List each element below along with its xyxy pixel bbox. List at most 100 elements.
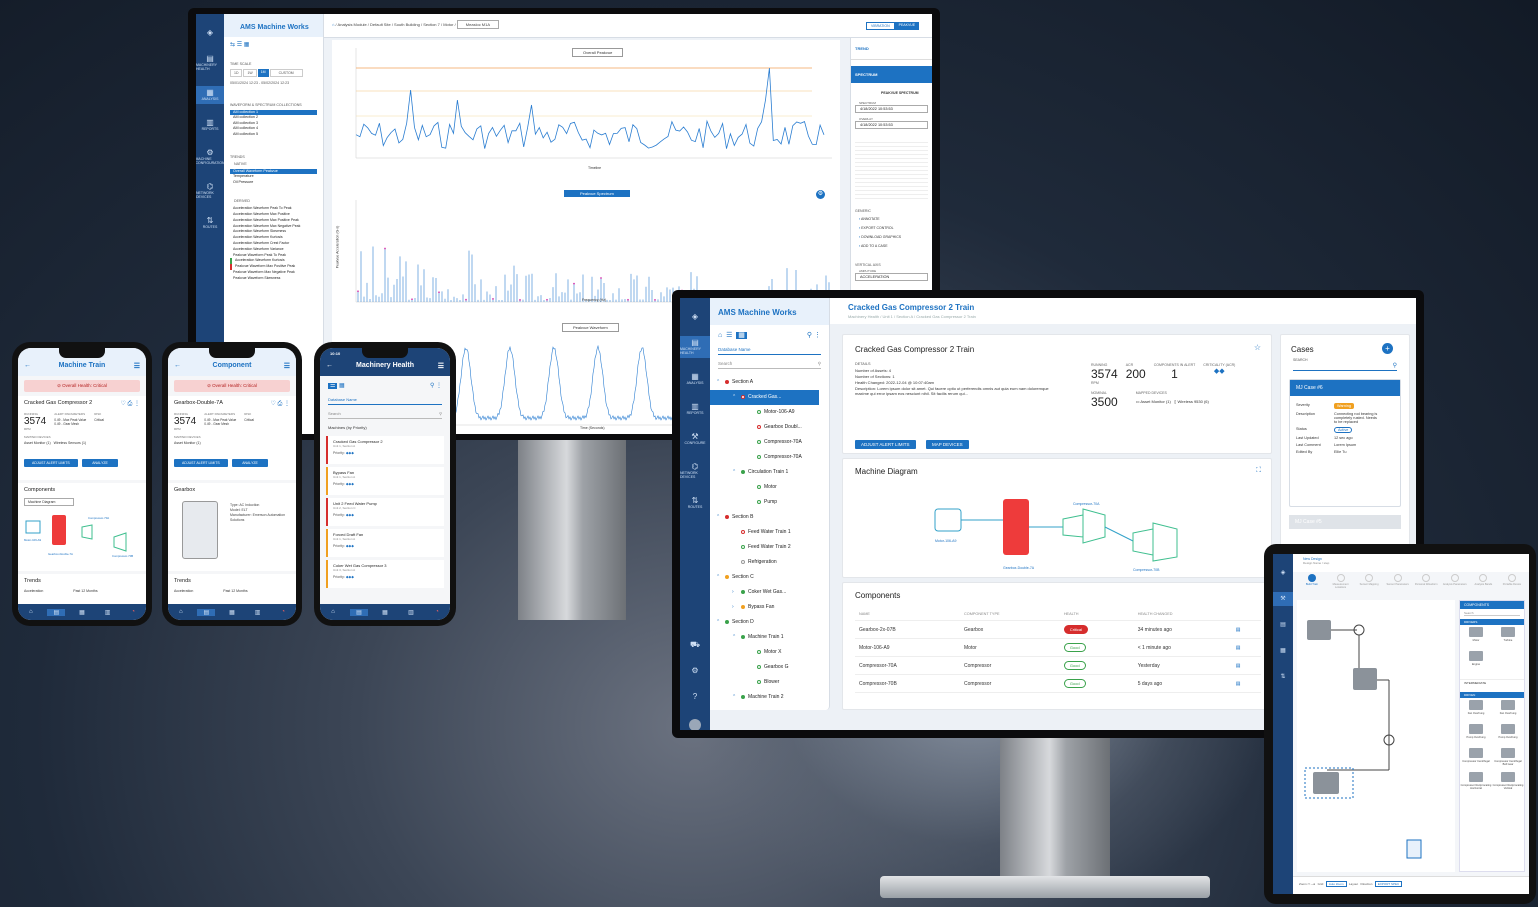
- view-toggle[interactable]: ⇆ ☰ ▦: [230, 41, 317, 48]
- tree-node[interactable]: ⌃ Section C: [710, 570, 829, 585]
- tree-node[interactable]: Compressor-70A: [710, 435, 829, 450]
- palette-item[interactable]: Compressor Centrifugal: [1460, 746, 1492, 770]
- settings-icon[interactable]: ⚙: [680, 664, 710, 678]
- spectrum-date-select[interactable]: 4/18/2022 10:53:53: [855, 105, 928, 113]
- crumb[interactable]: Motor: [443, 22, 453, 27]
- column-header[interactable]: NAME: [855, 608, 961, 621]
- mapped-device[interactable]: Wireless Sensors (1): [54, 441, 86, 445]
- tree-node[interactable]: Blower: [710, 675, 829, 690]
- amplitude-select[interactable]: ACCELERATION: [855, 273, 928, 281]
- mode-toggle[interactable]: VIBRATION PEAKVUE: [866, 22, 920, 30]
- tree-node[interactable]: ⌃ Circulation Train 1: [710, 465, 829, 480]
- nav-config[interactable]: ⚙ MACHINE CONFIGURATION: [196, 146, 225, 168]
- tree-node[interactable]: Compressor-70A: [710, 450, 829, 465]
- palette-item[interactable]: Compressor Centrifugal Bull Gear: [1492, 746, 1524, 770]
- step-item[interactable]: Personal Waveform: [1413, 574, 1439, 596]
- tree-node[interactable]: Feed Water Train 1: [710, 525, 829, 540]
- tree-node[interactable]: Refrigeration: [710, 555, 829, 570]
- palette-item[interactable]: Engine: [1460, 649, 1492, 673]
- adjust-alert-limits-button[interactable]: ADJUST ALERT LIMITS: [24, 459, 78, 467]
- nav-routes[interactable]: ⇅: [1273, 670, 1293, 684]
- palette-item[interactable]: Motor: [1460, 625, 1492, 649]
- crumb[interactable]: Section 7: [423, 22, 440, 27]
- palette-item[interactable]: Compressor Reciprocating Vertical: [1492, 770, 1524, 794]
- tree-node[interactable]: Feed Water Train 2: [710, 540, 829, 555]
- view-switch[interactable]: ⌂ ☰ ▦ ⚲ ⋮: [718, 331, 821, 339]
- analysis-icon[interactable]: ▦: [73, 609, 91, 616]
- expand-chevron-icon[interactable]: ›: [732, 600, 741, 615]
- expand-icon[interactable]: ⛶: [1256, 467, 1261, 475]
- table-row[interactable]: Compressor-70B Compressor Good 5 days ago ▤: [855, 674, 1261, 693]
- column-header[interactable]: HEALTH: [1059, 608, 1134, 621]
- crumb[interactable]: South Building: [394, 22, 420, 27]
- step-item[interactable]: Build Train: [1299, 574, 1325, 596]
- nav-reports[interactable]: ▥ REPORTS: [680, 400, 710, 418]
- row-detail-icon[interactable]: ▤: [1231, 656, 1261, 675]
- crumb[interactable]: Default Site: [370, 22, 391, 27]
- step-item[interactable]: Sensor Mapping: [1356, 574, 1382, 596]
- avatar[interactable]: [680, 716, 710, 730]
- devices-icon[interactable]: ⛟: [680, 638, 710, 652]
- cases-search-input[interactable]: ⚲: [1293, 362, 1397, 371]
- mapped-device[interactable]: Asset Monitor (1): [24, 441, 51, 445]
- favorite-star-icon[interactable]: ☆: [1254, 343, 1261, 352]
- list-item[interactable]: Forced Draft Fan Unit 1, Section A Priorit…: [326, 529, 444, 557]
- alerts-icon[interactable]: ◔: [428, 609, 446, 615]
- home-icon[interactable]: ⌂: [324, 609, 342, 615]
- nav-network[interactable]: ⌬ NETWORK DEVICES: [680, 460, 710, 482]
- add-case-action[interactable]: ▪ ADD TO A CASE: [859, 242, 924, 251]
- tree-node[interactable]: Motor: [710, 480, 829, 495]
- alerts-icon[interactable]: ◔: [124, 609, 142, 615]
- trend-section[interactable]: TREND: [851, 38, 932, 60]
- expand-chevron-icon[interactable]: ⌃: [716, 615, 725, 630]
- machinery-icon[interactable]: ▤: [350, 608, 368, 616]
- nav-analysis[interactable]: ▦ ANALYSIS: [196, 86, 224, 104]
- nav-machinery[interactable]: ▤: [1273, 618, 1293, 632]
- analyze-button[interactable]: ANALYZE: [232, 459, 268, 467]
- spectrum-section[interactable]: SPECTRUM: [851, 66, 932, 83]
- machinery-icon[interactable]: ▤: [47, 608, 66, 616]
- column-header[interactable]: COMPONENT TYPE: [960, 608, 1060, 621]
- expand-chevron-icon[interactable]: ⌃: [732, 690, 741, 705]
- annotate-action[interactable]: ▪ ANNOTATE: [859, 215, 924, 224]
- column-header[interactable]: HEALTH CHANGED: [1133, 608, 1232, 621]
- mapped-device[interactable]: Wireless 9530 (6): [1178, 399, 1209, 404]
- measloc-select[interactable]: Measloc M1A: [456, 20, 500, 29]
- step-item[interactable]: Measurement Locations: [1328, 574, 1354, 596]
- palette-item[interactable]: Fan Overhung: [1460, 698, 1492, 722]
- range-select[interactable]: Past 12 Months: [223, 589, 247, 593]
- crumb[interactable]: Analysis Module: [338, 22, 367, 27]
- list-item[interactable]: Cracked Gas Compressor 2 Unit 1, Section …: [326, 436, 444, 464]
- tree-node[interactable]: ⌃ Section D: [710, 615, 829, 630]
- overlay-date-select[interactable]: 4/18/2022 10:53:53: [855, 121, 928, 129]
- analyze-button[interactable]: ANALYZE: [82, 459, 118, 467]
- reports-icon[interactable]: ▥: [99, 609, 117, 616]
- case-card[interactable]: MJ Case #6 Severity Warning Description Con…: [1289, 379, 1401, 507]
- list-item[interactable]: Unit 2 Feed Water Pump Unit 2, Section CP…: [326, 498, 444, 526]
- back-arrow-icon[interactable]: ←: [326, 362, 333, 369]
- step-item[interactable]: Analysis Bands: [1470, 574, 1496, 596]
- alerts-icon[interactable]: ◔: [274, 609, 292, 615]
- tree-node[interactable]: ⌃ Machine Train 1: [710, 630, 829, 645]
- reports-icon[interactable]: ▥: [402, 609, 420, 616]
- nav-reports[interactable]: ▥ REPORTS: [196, 116, 224, 134]
- intermediate-group[interactable]: INTERMEDIATE: [1460, 679, 1524, 686]
- derived-item[interactable]: Peakvue Waveform Skewness: [230, 276, 317, 282]
- step-item[interactable]: Portable Device: [1499, 574, 1525, 596]
- palette-item[interactable]: Pump Overhung: [1492, 722, 1524, 746]
- nav-build[interactable]: ⚒: [1273, 592, 1293, 606]
- table-row[interactable]: Gearbox-2x-07B Gearbox Critical 34 minutes …: [855, 620, 1261, 639]
- tree-node[interactable]: › Coker Wet Gas...: [710, 585, 829, 600]
- tree-node[interactable]: ⌃ Section A: [710, 375, 829, 390]
- trend-select[interactable]: Acceleration: [24, 589, 43, 593]
- home-icon[interactable]: ⌂: [22, 609, 40, 615]
- mapped-device[interactable]: Asset Monitor (1): [174, 441, 201, 445]
- expand-chevron-icon[interactable]: ⌃: [732, 630, 741, 645]
- nav-analysis[interactable]: ▦: [1273, 644, 1293, 658]
- row-detail-icon[interactable]: ▤: [1231, 620, 1261, 639]
- analysis-icon[interactable]: ▦: [223, 609, 241, 616]
- nav-routes[interactable]: ⇅ ROUTES: [196, 214, 224, 232]
- machinery-icon[interactable]: ▤: [197, 608, 216, 616]
- menu-icon[interactable]: ☰: [284, 362, 290, 370]
- grid-toggle[interactable]: Grid: [1318, 882, 1324, 886]
